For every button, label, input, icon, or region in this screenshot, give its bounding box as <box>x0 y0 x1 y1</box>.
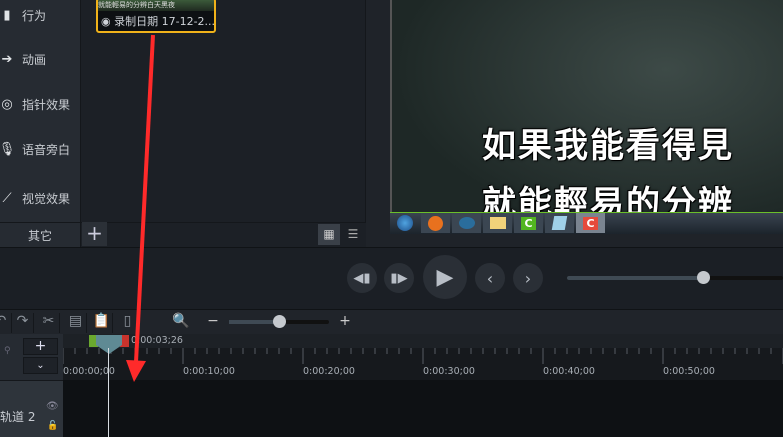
red-annotation-arrow <box>126 34 155 382</box>
